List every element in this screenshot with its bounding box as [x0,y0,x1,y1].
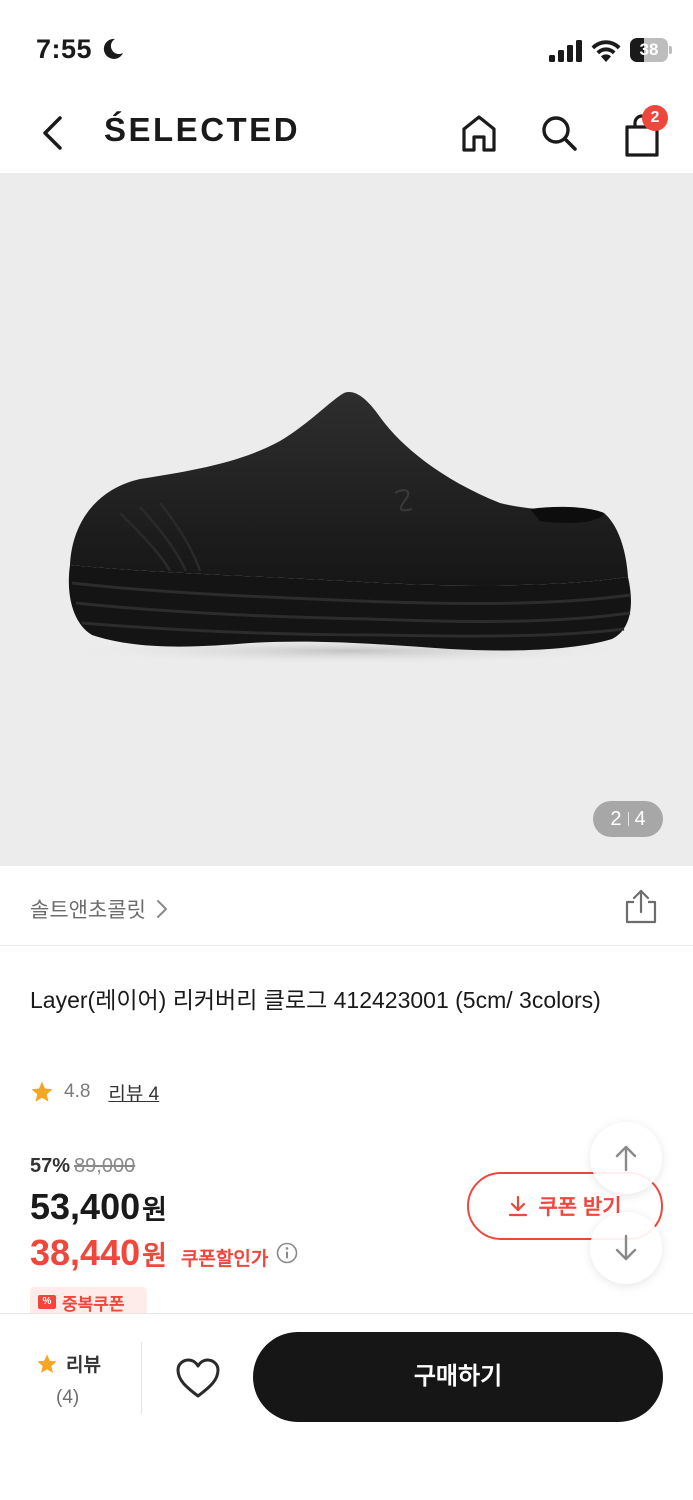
coupon-price-label: 쿠폰할인가 [180,1249,269,1270]
sale-price: 53,400원 [30,1186,167,1228]
coupon-price-value: 38,440 [30,1232,141,1273]
buy-button[interactable]: 구매하기 [253,1332,663,1422]
product-title: Layer(레이어) 리커버리 클로그 412423001 (5cm/ 3col… [30,987,601,1013]
status-time: 7:55 [36,34,93,64]
heart-icon[interactable] [174,1356,222,1400]
coupon-price: 38,440 원 쿠폰할인가 [30,1232,298,1274]
review-tab-header: 리뷰 [36,1350,116,1377]
back-button[interactable] [30,109,74,157]
discount-line: 57% 89,000 [30,1155,135,1178]
arrow-down-icon [615,1234,637,1261]
image-pager: 24 [593,801,663,837]
battery-level: 38 [639,40,659,59]
wifi-icon [591,40,621,62]
moon-icon [103,38,123,59]
review-tab-label: 리뷰 [66,1355,101,1376]
battery-indicator: 38 [630,38,672,62]
search-button[interactable] [536,109,582,157]
coupon-tag-icon: % [38,1295,56,1309]
sale-price-value: 53,400 [30,1186,141,1227]
review-tab[interactable]: 리뷰 (4) [36,1350,116,1409]
arrow-up-icon [615,1145,637,1172]
bottom-action-bar: 리뷰 (4) 구매하기 [0,1313,693,1500]
brand-store-link[interactable]: 솔트앤초콜릿 [30,894,168,924]
sale-price-unit: 원 [142,1195,167,1225]
nav-bar: ŚELECTED 2 [0,95,693,173]
signal-icon [549,40,582,62]
discount-rate: 57% [30,1155,71,1177]
pager-current: 2 [610,808,622,830]
cart-count-badge: 2 [642,105,668,131]
product-image-gallery[interactable]: 24 [0,173,693,866]
brand-logo[interactable]: ŚELECTED [104,111,300,149]
bottom-divider [141,1342,142,1414]
original-price: 89,000 [74,1155,136,1177]
home-button[interactable] [456,109,502,157]
review-link[interactable]: 리뷰 4 [108,1079,159,1106]
back-icon [43,116,62,150]
cart-button[interactable]: 2 [616,105,670,159]
product-image [50,392,650,665]
rating-value: 4.8 [64,1081,91,1102]
home-icon [462,115,496,152]
scroll-bottom-button[interactable] [590,1212,662,1284]
brand-row: 솔트앤초콜릿 [0,866,693,946]
duplicate-coupon-label: 중복쿠폰 [62,1294,125,1314]
battery-body: 38 [630,38,668,62]
pager-separator [627,812,629,826]
scroll-top-button[interactable] [590,1122,662,1194]
coupon-price-unit: 원 [142,1241,167,1271]
download-icon [509,1195,528,1217]
info-icon[interactable] [276,1242,298,1264]
pager-total: 4 [634,808,646,830]
battery-nub [669,46,672,54]
rating-row: 4.8 리뷰 4 [30,1077,159,1107]
status-bar: 7:55 38 [0,0,693,95]
brand-store-name: 솔트앤초콜릿 [30,899,146,922]
review-tab-count: (4) [56,1387,80,1408]
star-icon [31,1081,53,1102]
chevron-right-icon [156,900,167,918]
share-icon[interactable] [622,888,660,926]
search-icon [542,116,577,151]
star-icon [37,1353,57,1373]
